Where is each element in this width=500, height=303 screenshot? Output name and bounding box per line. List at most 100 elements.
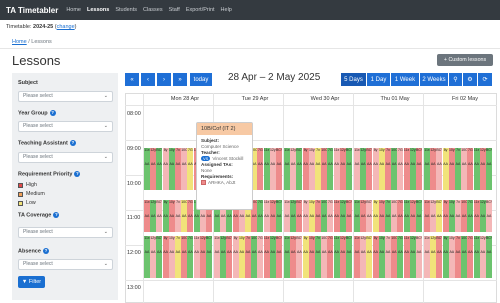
lesson-block[interactable]: 11x AA [144,148,150,190]
lesson-block[interactable]: 11x AA [284,148,290,190]
lesson-block[interactable]: 7G AA [187,236,194,278]
lesson-block[interactable]: 12y AA [150,148,157,190]
breadcrumb-home[interactable]: Home [12,39,27,45]
lesson-block[interactable]: 7G AA [467,148,474,190]
lesson-block[interactable]: 10C AA [391,148,398,190]
nav-students[interactable]: Students [115,7,137,13]
lesson-block[interactable]: 7x AA [385,200,391,232]
lesson-block[interactable]: 7x AA [455,236,461,278]
lesson-block[interactable]: 11x AA [144,200,150,232]
lesson-block[interactable]: 8y AA [442,148,449,190]
lesson-block[interactable]: 11x AA [424,236,430,278]
view-1-day[interactable]: 1 Day [367,73,390,86]
lesson-block[interactable]: 11x AA [424,200,430,232]
high-checkbox[interactable] [18,182,23,188]
ta-select[interactable]: Please select ⌄ [18,152,113,163]
lesson-block[interactable]: 11x AA [214,236,220,278]
lesson-block[interactable]: 7x AA [455,148,461,190]
lesson-block[interactable]: 11x AA [473,148,480,190]
lesson-block[interactable]: 10C AA [181,236,188,278]
lesson-block[interactable]: BCY AA [226,236,233,278]
lesson-block[interactable]: 11x AA [333,236,340,278]
lesson-block[interactable]: 8y AA [372,200,379,232]
lesson-block[interactable]: 7G AA [397,236,404,278]
lesson-block[interactable]: 12y AA [409,200,416,232]
lesson-block[interactable]: 10y AA [378,200,385,232]
lesson-block[interactable]: 7G AA [397,200,404,232]
lesson-block[interactable]: BCY AA [436,200,443,232]
lesson-block[interactable]: 10y AA [308,200,315,232]
lesson-block[interactable]: 7G AA [257,148,264,190]
subject-select[interactable]: Please select ⌄ [18,91,113,102]
priority-low[interactable]: Low [18,200,36,206]
lesson-block[interactable]: 11x AA [263,236,270,278]
lesson-block[interactable]: 7x AA [315,236,321,278]
lesson-block[interactable]: 10C AA [461,148,468,190]
lesson-block[interactable]: 7G AA [327,200,334,232]
lesson-block[interactable]: BCY AA [416,148,422,190]
lesson-block[interactable]: 7G AA [327,236,334,278]
lesson-block[interactable]: 10y AA [448,200,455,232]
lesson-block[interactable]: 7x AA [315,200,321,232]
lesson-block[interactable]: 7x AA [175,148,181,190]
next-next-button[interactable]: » [173,73,187,86]
nav-home[interactable]: Home [66,7,81,13]
lesson-block[interactable]: 10C AA [181,148,188,190]
info-icon[interactable]: ? [42,248,49,254]
info-icon[interactable]: ? [69,140,76,146]
lesson-block[interactable]: 10C AA [321,200,328,232]
priority-medium[interactable]: Medium [18,191,45,197]
lesson-block[interactable]: 11x AA [354,200,360,232]
lesson-block[interactable]: BCY AA [366,200,373,232]
lesson-block[interactable]: 12y AA [220,236,227,278]
view-1-week[interactable]: 1 Week [391,73,419,86]
lesson-block[interactable]: 7x AA [245,236,251,278]
info-icon[interactable]: ? [49,110,56,116]
lesson-block[interactable]: 11x AA [263,148,270,190]
lesson-block[interactable]: 11x AA [473,236,480,278]
lesson-block[interactable]: 7x AA [385,148,391,190]
lesson-block[interactable]: 12y AA [479,200,486,232]
lesson-block[interactable]: 10C AA [461,200,468,232]
nav-staff[interactable]: Staff [169,7,180,13]
lesson-block[interactable]: 10y AA [168,236,175,278]
lesson-block[interactable]: BCY AA [346,200,352,232]
lesson-block[interactable]: 8y AA [302,200,309,232]
lesson-block[interactable]: 10y AA [308,148,315,190]
lesson-block[interactable]: 12y AA [339,236,346,278]
lesson-block[interactable]: 7G AA [257,200,264,232]
lesson-block[interactable]: BCY AA [366,148,373,190]
zoom-button[interactable]: ⚲ [449,73,462,86]
lesson-block[interactable]: 10y AA [308,236,315,278]
lesson-block[interactable]: BCY AA [416,200,422,232]
lesson-block[interactable]: 12y AA [269,148,276,190]
lesson-block[interactable]: 8y AA [372,236,379,278]
lesson-block[interactable]: BCY AA [416,236,422,278]
refresh-button[interactable]: ⟳ [478,73,492,86]
lesson-block[interactable]: 10C AA [391,236,398,278]
lesson-block[interactable]: BCY AA [346,148,352,190]
lesson-block[interactable]: 8y AA [372,148,379,190]
lesson-block[interactable]: 7x AA [455,200,461,232]
lesson-block[interactable]: 11x AA [333,200,340,232]
lesson-block[interactable]: BCY AA [296,200,303,232]
lesson-block[interactable]: 7x AA [315,148,321,190]
lesson-block[interactable]: 12y AA [150,200,157,232]
info-icon[interactable]: ? [74,171,81,177]
lesson-block[interactable]: 8y AA [302,148,309,190]
lesson-block[interactable]: 7G AA [187,148,194,190]
lesson-block[interactable]: 8y AA [442,236,449,278]
lesson-block[interactable]: 12y AA [290,200,297,232]
info-icon[interactable]: ? [53,212,60,218]
lesson-block[interactable]: 12y AA [409,236,416,278]
lesson-block[interactable]: 11x AA [333,148,340,190]
lesson-block[interactable]: 7G AA [397,148,404,190]
lesson-block[interactable]: 12y AA [360,200,367,232]
filter-button[interactable]: ▼ Filter [18,276,45,288]
lesson-block[interactable]: 10y AA [378,148,385,190]
lesson-block[interactable]: 12y AA [290,148,297,190]
lesson-block[interactable]: 10C AA [321,148,328,190]
lesson-block[interactable]: 12y AA [430,148,437,190]
priority-high[interactable]: High [18,182,37,188]
lesson-block[interactable]: 12y AA [339,200,346,232]
